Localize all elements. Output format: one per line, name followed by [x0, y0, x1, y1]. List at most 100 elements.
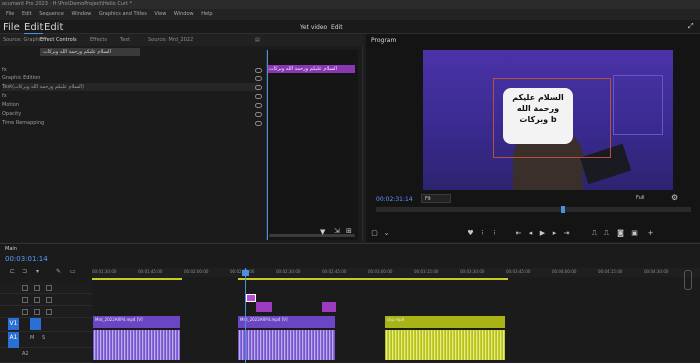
sync-icon[interactable]	[34, 309, 40, 315]
mini-scrollbar[interactable]	[269, 234, 355, 237]
caption-box[interactable]: السلام عليكم ورحمة الله وبركات b	[503, 88, 573, 144]
export-icon[interactable]: ⇲	[334, 227, 340, 235]
menu-graphics[interactable]: Graphics and Titles	[99, 11, 147, 17]
step-forward-icon[interactable]: ▸	[550, 229, 559, 237]
play-icon[interactable]: ▶	[538, 229, 547, 237]
track-header-v4[interactable]	[0, 282, 92, 294]
track-header-v3[interactable]	[0, 294, 92, 306]
add-marker-icon[interactable]: ♥	[466, 229, 475, 237]
audio-clip[interactable]	[238, 330, 335, 360]
tab-source[interactable]: Source: Graphic	[3, 37, 43, 43]
video-clip[interactable]: Mrd_2022ARP4.mp4 [V]	[238, 316, 335, 328]
program-scrubber[interactable]	[376, 207, 691, 212]
track-header-a1[interactable]: A1 M S	[0, 332, 92, 348]
zoom-select[interactable]: Fit	[421, 194, 451, 203]
export-frame-icon[interactable]: ◙	[616, 229, 625, 237]
video-frame[interactable]: السلام عليكم ورحمة الله وبركات b	[423, 50, 673, 190]
lock-icon[interactable]	[22, 297, 28, 303]
settings-icon[interactable]: ⊞	[346, 227, 352, 235]
v1-target[interactable]	[30, 318, 41, 330]
marker-add-icon[interactable]: ▾	[36, 268, 39, 275]
fx-row-opacity[interactable]: Opacity	[2, 110, 260, 118]
go-to-in-icon[interactable]: ⇤	[514, 229, 523, 237]
effect-mini-timeline[interactable]: السلام عليكم ورحمة الله وبركات	[266, 50, 358, 240]
menu-help[interactable]: Help	[201, 11, 212, 17]
program-timecode[interactable]: 00:02:31:14	[376, 196, 413, 203]
sync-icon[interactable]	[34, 285, 40, 291]
video-clip[interactable]: clip.mp4	[385, 316, 505, 328]
menu-window[interactable]: Window	[72, 11, 92, 17]
tab-effects[interactable]: Effects	[90, 37, 107, 43]
captions-icon[interactable]: ▭	[70, 268, 76, 275]
mark-in-icon[interactable]: ⁝	[478, 229, 487, 237]
work-area-bar[interactable]	[92, 278, 182, 280]
eye-icon[interactable]	[46, 309, 52, 315]
workspace-file[interactable]: File	[3, 22, 20, 33]
fx-row-motion[interactable]: Motion	[2, 101, 260, 109]
mini-title-clip[interactable]: السلام عليكم ورحمة الله وبركات	[267, 65, 355, 73]
tab-effect-controls[interactable]: Effect Controls	[40, 37, 77, 43]
eye-icon[interactable]	[46, 297, 52, 303]
video-clip[interactable]: Mrd_2022ARP4.mp4 [V]	[93, 316, 180, 328]
panel-menu-icon[interactable]: ▤	[255, 37, 260, 43]
time-ruler[interactable]: 00:01:30:00 00:01:45:00 00:02:00:00 00:0…	[92, 268, 700, 277]
title-clip[interactable]	[322, 302, 336, 312]
menu-sequence[interactable]: Sequence	[39, 11, 64, 17]
keyframe-icon[interactable]	[255, 103, 262, 108]
sequence-tab[interactable]: Main	[5, 246, 17, 252]
quality-select[interactable]: Full	[636, 195, 645, 201]
expand-icon[interactable]: ⤢	[688, 22, 694, 31]
title-clip[interactable]	[256, 302, 272, 312]
keyframe-icon[interactable]	[255, 85, 262, 90]
tab-text[interactable]: Text	[120, 37, 130, 43]
vertical-scrollbar[interactable]	[684, 270, 692, 290]
program-playhead[interactable]	[561, 206, 565, 213]
step-back-icon[interactable]: ◂	[526, 229, 535, 237]
keyframe-icon[interactable]	[255, 112, 262, 117]
audio-clip[interactable]	[93, 330, 180, 360]
workspace-edit-3[interactable]: Edit	[331, 24, 343, 31]
settings-dropdown-icon[interactable]: ⌄	[382, 229, 391, 237]
track-header-a2[interactable]: A2	[0, 348, 92, 363]
track-header-v1[interactable]: V1	[0, 318, 92, 332]
fx-row-time-remap[interactable]: Time Remapping	[2, 119, 260, 127]
sync-icon[interactable]	[34, 297, 40, 303]
workspace-edit-2[interactable]: Edit	[44, 22, 63, 33]
menu-view[interactable]: View	[154, 11, 166, 17]
go-to-out-icon[interactable]: ⇥	[562, 229, 571, 237]
title-clip-selected[interactable]	[246, 294, 256, 302]
timeline-playhead[interactable]	[245, 268, 246, 363]
keyframe-icon[interactable]	[255, 94, 262, 99]
tab-source-2[interactable]: Source: Mrd_2022	[148, 37, 193, 43]
track-header-v2[interactable]	[0, 306, 92, 318]
snap-icon[interactable]: ⊏	[10, 268, 15, 275]
menu-file[interactable]: File	[6, 11, 14, 17]
work-area-bar[interactable]	[238, 278, 508, 280]
filter-icon[interactable]: ▼	[320, 228, 325, 236]
workspace-video[interactable]: Yet video	[300, 24, 327, 31]
solo-toggle[interactable]: S	[42, 335, 45, 341]
lift-icon[interactable]: ⎍	[590, 229, 599, 237]
v1-source-patch[interactable]: V1	[8, 318, 19, 330]
keyframe-icon[interactable]	[255, 76, 262, 81]
wrench-icon[interactable]: ✎	[56, 268, 61, 275]
mark-out-icon[interactable]: ⁝	[490, 229, 499, 237]
playhead-handle[interactable]	[242, 270, 249, 276]
menu-edit[interactable]: Edit	[22, 11, 32, 17]
a1-source-patch[interactable]: A1	[8, 332, 19, 348]
marker-icon[interactable]: ▢	[370, 229, 379, 237]
keyframe-icon[interactable]	[255, 68, 262, 73]
wrench-icon[interactable]: ⚙	[671, 193, 678, 202]
keyframe-icon[interactable]	[255, 121, 262, 126]
lock-icon[interactable]	[22, 309, 28, 315]
comparison-icon[interactable]: ▣	[630, 229, 639, 237]
eye-icon[interactable]	[46, 285, 52, 291]
timeline-timecode[interactable]: 00:03:01:14	[5, 255, 48, 263]
lock-icon[interactable]	[22, 285, 28, 291]
mute-toggle[interactable]: M	[30, 335, 34, 341]
fx-row-text[interactable]: Text(السلام عليكم ورحمة الله وبركات)	[2, 83, 260, 91]
mini-playhead[interactable]	[267, 50, 268, 240]
menu-window-2[interactable]: Window	[174, 11, 194, 17]
extract-icon[interactable]: ⎍	[602, 229, 611, 237]
fx-row-graphic[interactable]: Graphic Edition	[2, 74, 260, 82]
